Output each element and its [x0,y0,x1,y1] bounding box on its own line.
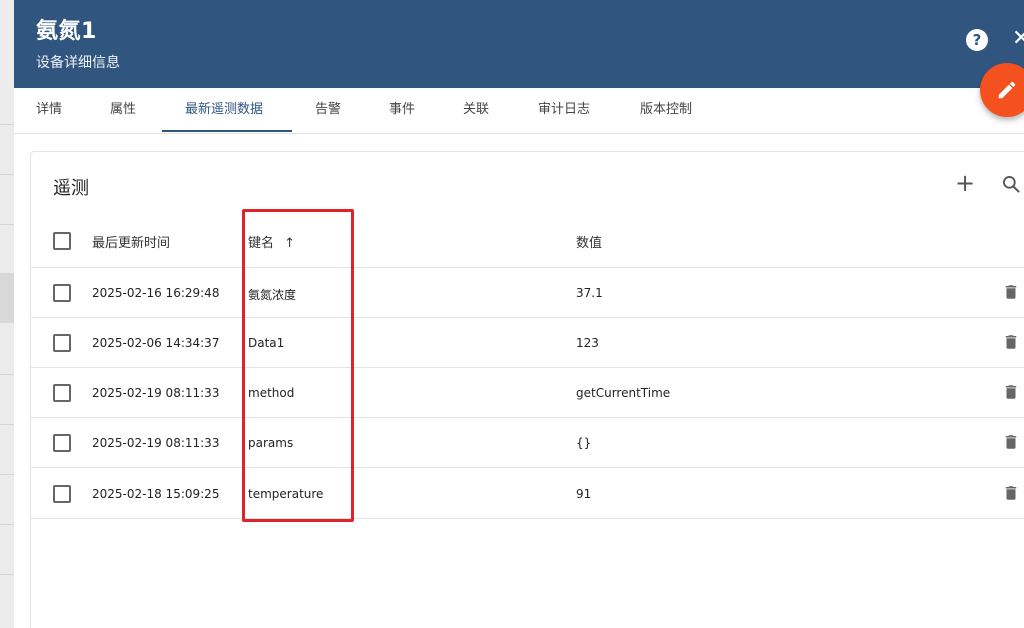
close-icon[interactable]: ✕ [1012,26,1024,52]
tab-details[interactable]: 详情 [36,88,62,134]
row-value: {} [576,436,592,450]
row-checkbox[interactable] [53,485,71,503]
row-time: 2025-02-18 15:09:25 [92,487,220,501]
row-divider [31,267,1024,268]
row-value: getCurrentTime [576,386,671,400]
select-all-checkbox[interactable] [53,232,71,250]
row-time: 2025-02-06 14:34:37 [92,336,220,350]
row-divider [31,417,1024,418]
trash-icon[interactable] [1002,282,1020,306]
trash-icon[interactable] [1002,332,1020,356]
trash-icon[interactable] [1002,432,1020,456]
card-title: 遥测 [53,178,89,199]
pencil-icon [998,81,1016,99]
sort-ascending-icon: ↑ [284,236,296,251]
column-header-key[interactable]: 键名 ↑ [248,232,295,251]
row-checkbox[interactable] [53,334,71,352]
row-key: temperature [248,487,324,501]
search-icon[interactable] [1001,174,1021,198]
row-divider [31,317,1024,318]
tab-attributes[interactable]: 属性 [110,88,136,134]
row-divider [31,518,1024,519]
row-checkbox[interactable] [53,434,71,452]
column-header-value[interactable]: 数值 [576,232,602,251]
row-checkbox[interactable] [53,384,71,402]
device-details-dialog: 氨氮1 设备详细信息 ? ✕ 详情 属性 最新遥测数据 告警 事件 关联 审计日… [14,0,1024,628]
tab-alarms[interactable]: 告警 [315,88,341,134]
tab-events[interactable]: 事件 [389,88,415,134]
row-key: 氨氮浓度 [248,288,297,302]
row-key: params [248,436,294,450]
trash-icon[interactable] [1002,483,1020,507]
row-key: method [248,386,295,400]
dialog-subtitle: 设备详细信息 [36,55,120,71]
row-value: 91 [576,487,592,501]
add-telemetry-button[interactable]: + [955,170,975,196]
column-header-time[interactable]: 最后更新时间 [92,232,170,251]
row-value: 37.1 [576,286,603,300]
row-value: 123 [576,336,599,350]
active-tab-indicator [162,130,292,132]
row-key: Data1 [248,336,285,350]
dialog-header: 氨氮1 设备详细信息 ? ✕ [14,0,1024,88]
tab-latest-telemetry[interactable]: 最新遥测数据 [185,88,263,134]
row-time: 2025-02-19 08:11:33 [92,386,220,400]
column-header-key-label: 键名 [248,236,275,251]
row-divider [31,367,1024,368]
dialog-title: 氨氮1 [36,19,97,44]
telemetry-card: 遥测 + 最后更新时间 键名 ↑ 数值 2025-02-16 16:29:48 … [30,151,1024,628]
tab-bar: 详情 属性 最新遥测数据 告警 事件 关联 审计日志 版本控制 [14,88,1024,134]
tab-relations[interactable]: 关联 [463,88,489,134]
row-checkbox[interactable] [53,284,71,302]
tab-version-control[interactable]: 版本控制 [640,88,692,134]
background-page-strip [0,0,14,628]
row-time: 2025-02-16 16:29:48 [92,286,220,300]
row-time: 2025-02-19 08:11:33 [92,436,220,450]
tab-audit-logs[interactable]: 审计日志 [538,88,590,134]
trash-icon[interactable] [1002,382,1020,406]
help-icon[interactable]: ? [966,29,988,51]
row-divider [31,467,1024,468]
